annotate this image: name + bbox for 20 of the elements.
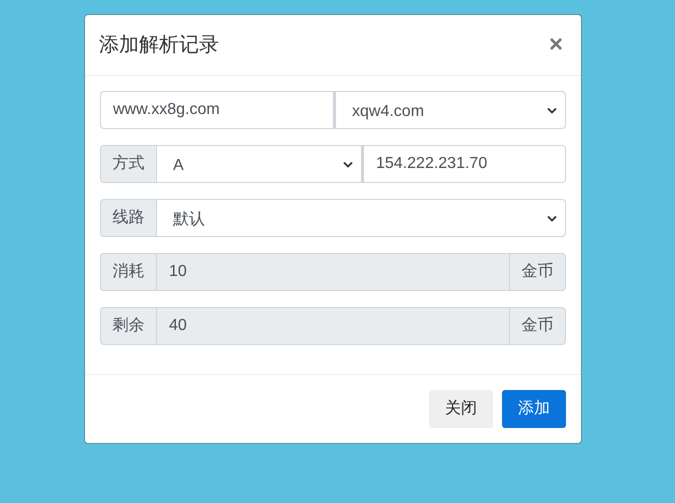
chevron-down-icon <box>547 214 557 222</box>
input-label: 线路 <box>100 199 157 237</box>
input-label: 方式 <box>100 145 157 183</box>
input-label: 消耗 <box>100 253 157 291</box>
dropdown[interactable]: A <box>157 145 362 183</box>
input-label: 金币 <box>509 307 566 345</box>
readonly-field[interactable]: 40 <box>157 307 509 345</box>
input-label: 剩余 <box>100 307 157 345</box>
dropdown[interactable]: xqw4.com <box>334 91 566 129</box>
chevron-down-icon <box>343 160 353 168</box>
add-button[interactable]: 添加 <box>502 390 566 428</box>
readonly-field[interactable]: 10 <box>157 253 509 291</box>
dialog-title: 添加解析记录 <box>99 33 219 58</box>
chevron-down-icon <box>547 106 557 114</box>
subdomain-field[interactable]: www.xx8g.com <box>100 91 334 129</box>
close-button[interactable]: × <box>544 33 567 57</box>
input-label: 金币 <box>509 253 566 291</box>
record-value-field[interactable]: 154.222.231.70 <box>362 145 566 183</box>
dropdown[interactable]: 默认 <box>157 199 566 237</box>
close-dialog-button[interactable]: 关闭 <box>429 390 493 428</box>
